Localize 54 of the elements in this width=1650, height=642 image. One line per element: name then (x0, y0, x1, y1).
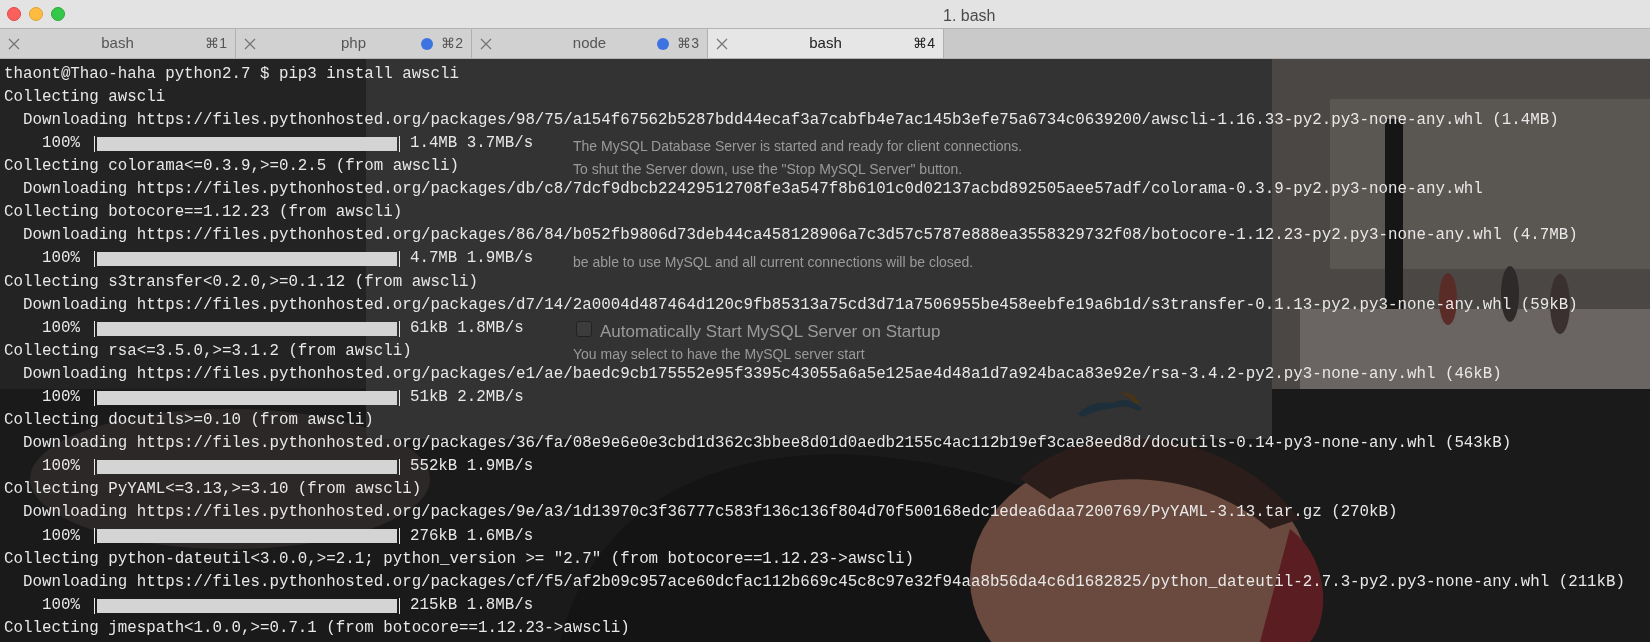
tab[interactable]: php ⌘2 (236, 29, 472, 58)
shortcut-label: ⌘3 (677, 34, 699, 53)
terminal-line: Collecting python-dateutil<3.0.0,>=2.1; python_version >= "2.7" (from botocore==1.12.23->awscli) (4, 548, 915, 570)
close-icon[interactable] (244, 37, 256, 50)
percent-text: 100% (42, 133, 80, 154)
transfer-stats: 4.7MB 1.9MB/s (409, 248, 534, 270)
terminal-line: Collecting awscli (4, 86, 166, 108)
percent-text: 100% (42, 456, 80, 478)
terminal-line: Downloading https://files.pythonhosted.org/packages/db/c8/7dcf9dbcb22429512708fe3a547f8b6101c0d02137acbd892505aee57adf/colorama-0.3.9-py2.py3-none-any.whl (21, 179, 1483, 201)
transfer-stats: 215kB 1.8MB/s (409, 594, 534, 616)
minimize-window-button[interactable] (29, 7, 43, 21)
transfer-stats: 1.4MB 3.7MB/s (409, 133, 534, 154)
terminal-line: Downloading https://files.pythonhosted.org/packages/9e/a3/1d13970c3f36777c583f136c136f804d70f500168edc1edea6daa7200769/PyYAML-3.13.tar.gz (270kB) (21, 502, 1398, 524)
percent-text: 100% (42, 387, 80, 408)
terminal-line: Collecting jmespath<1.0.0,>=0.7.1 (from botocore==1.12.23->awscli) (4, 617, 630, 639)
transfer-stats: 61kB 1.8MB/s (409, 317, 524, 339)
terminal-line: thaont@Thao-haha python2.7 $ pip3 install awscli (4, 63, 460, 85)
terminal-line: Downloading https://files.pythonhosted.org/packages/86/84/b052fb9806d73deb44ca458128906a7c3d57c5787e888ea3558329732f08/botocore-1.12.23-py2.py3-none-any.whl (4.7MB) (21, 225, 1578, 247)
terminal-line: Collecting s3transfer<0.2.0,>=0.1.12 (from awscli) (4, 271, 478, 293)
shortcut-label: ⌘4 (913, 34, 935, 53)
checkbox[interactable] (576, 321, 592, 337)
terminal-line: Downloading https://files.pythonhosted.org/packages/98/75/a154f67562b5287bdd44ecaf3a7cabfb4e7ac145b3efe75a6734c0639200/awscli-1.16.33-py2.py3-none-any.whl (1.4MB) (21, 109, 1559, 131)
percent-text: 100% (42, 248, 80, 270)
checkbox-label: Automatically Start MySQL Server on Startup (600, 321, 941, 343)
percent-text: 100% (42, 594, 80, 616)
close-icon[interactable] (716, 37, 728, 50)
status-text: The MySQL Database Server is started and ready for client connections. (573, 137, 1023, 156)
terminal-line: Downloading https://files.pythonhosted.org/packages/cf/f5/af2b09c957ace60dcfac112b669c45c8c97e32f94aa8b56da4c6d1682825/python_dateutil-2.7.3-py2.py3-none-any.whl (211kB) (21, 571, 1626, 593)
terminal-line: Collecting colorama<=0.3.9,>=0.2.5 (from awscli) (4, 156, 460, 178)
percent-text: 100% (42, 317, 80, 339)
close-icon[interactable] (480, 37, 492, 50)
shortcut-label: ⌘2 (441, 34, 463, 53)
terminal-line: Downloading https://files.pythonhosted.org/packages/36/fa/08e9e6e0e3cbd1d362c3bbee8d01d0aedb2155c4ac112b19ef3cae8eed8d/docutils-0.14-py3-none-any.whl (543kB) (21, 433, 1512, 455)
shortcut-label: ⌘1 (205, 34, 227, 53)
close-window-button[interactable] (7, 7, 21, 21)
terminal-line: Collecting rsa<=3.5.0,>=3.1.2 (from awscli) (4, 340, 412, 362)
zoom-window-button[interactable] (51, 7, 65, 21)
close-icon[interactable] (8, 37, 20, 50)
terminal-line: Collecting docutils>=0.10 (from awscli) (4, 410, 374, 432)
transfer-stats: 276kB 1.6MB/s (409, 525, 534, 547)
tab[interactable]: bash ⌘4 (708, 29, 944, 58)
note-text: You may select to have the MySQL server start (573, 345, 865, 364)
terminal-line: Collecting botocore==1.12.23 (from awscli) (4, 202, 403, 224)
terminal-line: Downloading https://files.pythonhosted.org/packages/d7/14/2a0004d487464d120c9fb85313a75cd3d71a7506955be458eebfe19a6b1d/s3transfer-0.1.13-py2.py3-none-any.whl (59kB) (21, 294, 1578, 316)
tab[interactable]: bash ⌘1 (0, 29, 236, 58)
terminal-line: Collecting PyYAML<=3.13,>=3.10 (from awscli) (4, 479, 422, 501)
window-title: 1. bash (943, 6, 996, 26)
status-text: To shut the Server down, use the "Stop MySQL Server" button. (573, 160, 963, 179)
percent-text: 100% (42, 525, 80, 547)
transfer-stats: 51kB 2.2MB/s (409, 387, 524, 408)
transfer-stats: 552kB 1.9MB/s (409, 456, 534, 478)
tab[interactable]: node ⌘3 (472, 29, 708, 58)
terminal-line: Downloading https://files.pythonhosted.org/packages/e1/ae/baedc9cb175552e95f3395c43055a6a5e125ae4d48a1d7a924baca83e92e/rsa-3.4.2-py2.py3-none-any.whl (46kB) (21, 363, 1502, 385)
warning-text: be able to use MySQL and all current connections will be closed. (573, 253, 974, 272)
